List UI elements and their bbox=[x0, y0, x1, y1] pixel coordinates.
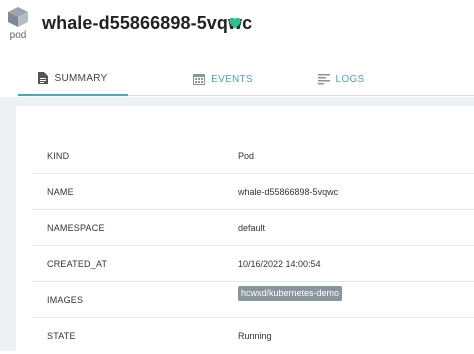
tab-summary[interactable]: SUMMARY bbox=[18, 62, 128, 96]
tab-events[interactable]: EVENTS bbox=[168, 62, 278, 96]
calendar-icon bbox=[193, 73, 206, 85]
cube-icon bbox=[8, 7, 28, 27]
row-value: 10/16/2022 14:00:54 bbox=[238, 259, 321, 269]
row-key: STATE bbox=[47, 331, 76, 341]
row-value: Pod bbox=[238, 151, 255, 161]
summary-row-state: STATE Running bbox=[32, 318, 474, 354]
lines-icon bbox=[317, 73, 330, 85]
tab-summary-label: SUMMARY bbox=[54, 72, 108, 84]
row-value: whale-d55866898-5vqwc bbox=[238, 187, 339, 197]
tab-logs[interactable]: LOGS bbox=[286, 62, 396, 96]
tab-bar: SUMMARY EVENTS LOGS bbox=[18, 62, 474, 96]
tab-content: KIND Pod NAME whale-d55866898-5vqwc NAME… bbox=[0, 97, 474, 351]
row-key: NAME bbox=[47, 187, 74, 197]
page-title: whale-d55866898-5vqwc bbox=[42, 13, 253, 33]
row-value: default bbox=[238, 223, 266, 233]
heart-icon bbox=[229, 17, 241, 29]
row-key: CREATED_AT bbox=[47, 259, 108, 269]
tab-logs-label: LOGS bbox=[335, 73, 365, 85]
summary-row-kind: KIND Pod bbox=[32, 138, 474, 174]
row-key: IMAGES bbox=[47, 295, 84, 305]
row-key: NAMESPACE bbox=[47, 223, 105, 233]
summary-row-namespace: NAMESPACE default bbox=[32, 210, 474, 246]
summary-row-name: NAME whale-d55866898-5vqwc bbox=[32, 174, 474, 210]
image-badge: hcwxd/kubernetes-demo bbox=[238, 286, 343, 301]
summary-row-created-at: CREATED_AT 10/16/2022 14:00:54 bbox=[32, 246, 474, 282]
summary-card: KIND Pod NAME whale-d55866898-5vqwc NAME… bbox=[16, 106, 474, 351]
page-header: pod whale-d55866898-5vqwc bbox=[0, 0, 474, 56]
summary-row-images: IMAGES hcwxd/kubernetes-demo bbox=[32, 282, 474, 318]
tab-events-label: EVENTS bbox=[211, 73, 253, 85]
row-value: Running bbox=[238, 331, 272, 341]
resource-type-label: pod bbox=[9, 30, 27, 41]
document-icon bbox=[38, 72, 49, 84]
pod-type-indicator: pod bbox=[4, 6, 32, 46]
row-key: KIND bbox=[47, 151, 70, 161]
